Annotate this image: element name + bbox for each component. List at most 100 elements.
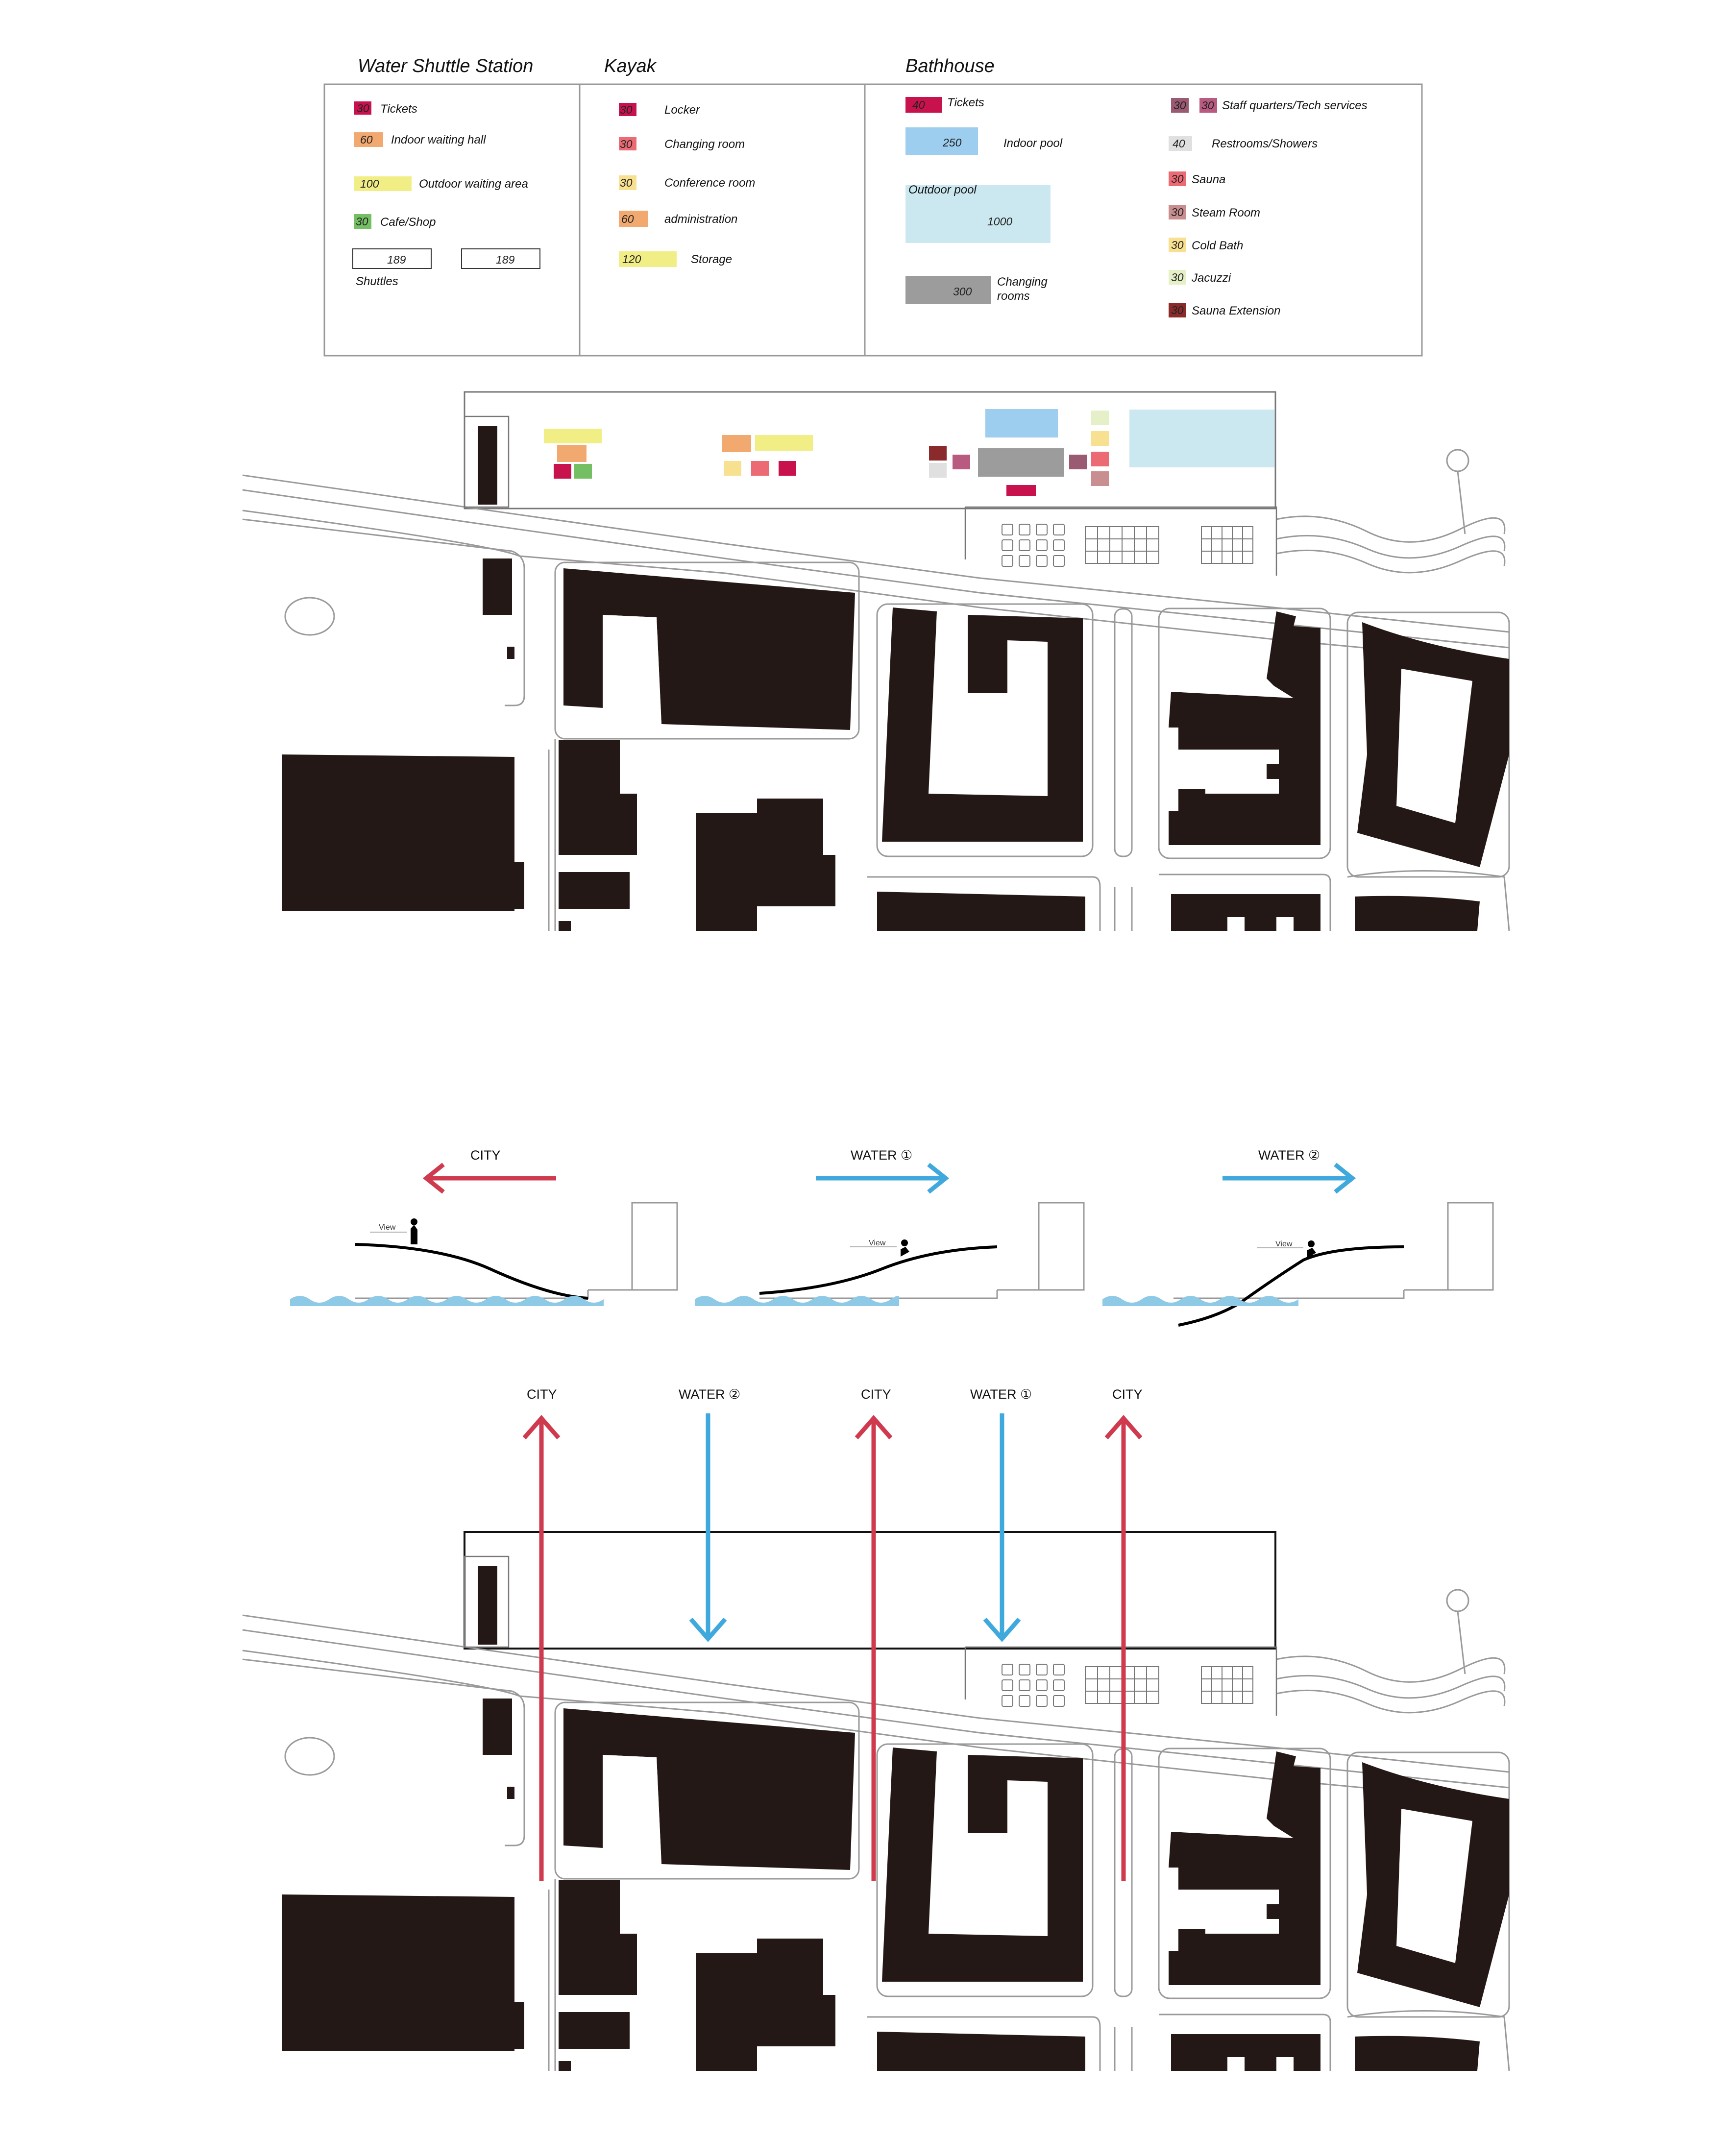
- legend-label: Cafe/Shop: [380, 216, 436, 229]
- legend-label: Indoor pool: [1003, 137, 1063, 150]
- swatch-value: 40: [912, 98, 925, 111]
- section-label: WATER ①: [851, 1148, 912, 1163]
- swatch-value: 30: [1171, 304, 1184, 316]
- pier-outline: [464, 1531, 1276, 1650]
- legend-label: Outdoor waiting area: [419, 177, 528, 191]
- legend-kayak: Kayak 30 Locker 30 Changing room 30 Conf…: [604, 56, 755, 267]
- person-sitting-icon: [901, 1247, 909, 1257]
- shuttle-value: 189: [387, 253, 406, 266]
- legend-label: Sauna: [1192, 173, 1225, 186]
- block-outdoor-pool: [1129, 410, 1274, 467]
- swatch-value: 30: [620, 103, 633, 116]
- legend-label: Tickets: [947, 96, 984, 109]
- legend-label: Tickets: [380, 102, 417, 116]
- legend-label: Staff quarters/Tech services: [1222, 99, 1368, 112]
- legend-kayak-title: Kayak: [604, 56, 657, 76]
- legend-label: Indoor waiting hall: [391, 133, 486, 146]
- swatch-value: 30: [1171, 172, 1184, 185]
- block-sauna: [1091, 452, 1109, 466]
- legend-label: Conference room: [664, 176, 755, 190]
- legend-label: Storage: [691, 253, 732, 266]
- swatch-value: 30: [620, 138, 633, 150]
- block-conference: [724, 461, 741, 476]
- flow-label: WATER ①: [970, 1387, 1032, 1402]
- site-plan-flows: CITY WATER ② CITY WATER ① CITY: [242, 1387, 1510, 2072]
- block-tech: [1069, 455, 1087, 469]
- flow-label: WATER ②: [679, 1387, 740, 1402]
- section-label: CITY: [470, 1148, 501, 1163]
- water-wave: [695, 1296, 900, 1306]
- block-changing-rooms: [978, 448, 1064, 477]
- swatch-value: 120: [622, 253, 641, 266]
- swatch-value: 30: [1171, 271, 1184, 284]
- legend-label: Changing: [997, 275, 1048, 289]
- swatch-value: 30: [1171, 206, 1184, 218]
- diagram-canvas: Water Shuttle Station 30 Tickets 60 Indo…: [242, 56, 1510, 2072]
- block-staff: [953, 455, 970, 469]
- legend-label: Sauna Extension: [1192, 304, 1280, 317]
- person-head-icon: [1308, 1240, 1315, 1247]
- swatch-value: 30: [356, 215, 368, 228]
- legend-label: Outdoor pool: [908, 183, 977, 196]
- legend-bathhouse-title: Bathhouse: [905, 56, 995, 76]
- swatch-value: 60: [360, 133, 373, 146]
- block-outdoor-waiting: [544, 429, 602, 443]
- legend: Water Shuttle Station 30 Tickets 60 Indo…: [323, 56, 1423, 357]
- flow-label: CITY: [861, 1387, 891, 1402]
- swatch-value: 60: [621, 213, 634, 225]
- swatch-value: 40: [1173, 137, 1185, 150]
- block-cafe: [574, 464, 592, 479]
- block-sauna-extension: [929, 446, 947, 461]
- terrain-curve: [1178, 1245, 1404, 1327]
- swatch-changing-rooms: [905, 276, 991, 304]
- swatch-value: 250: [942, 136, 962, 149]
- block-indoor-pool: [985, 409, 1058, 437]
- view-label: View: [1275, 1240, 1293, 1248]
- sections: CITY View WATER ① View WATER ② View: [290, 1148, 1494, 1327]
- section-water-2: WATER ② View: [1102, 1148, 1494, 1327]
- block-restrooms: [929, 463, 947, 478]
- flow-label: CITY: [1112, 1387, 1143, 1402]
- block-jacuzzi: [1091, 411, 1109, 425]
- person-head-icon: [411, 1218, 417, 1225]
- legend-label: Restrooms/Showers: [1212, 137, 1318, 150]
- swatch-value: 30: [620, 176, 633, 189]
- site-plan-program: [242, 391, 1510, 932]
- person-head-icon: [901, 1239, 908, 1246]
- section-label: WATER ②: [1258, 1148, 1320, 1163]
- legend-bathhouse: Bathhouse 40 Tickets 250 Indoor pool Out…: [905, 56, 1368, 317]
- block-indoor-waiting: [557, 445, 587, 462]
- legend-label: Cold Bath: [1192, 239, 1243, 252]
- terrain-curve: [759, 1245, 998, 1295]
- legend-water-shuttle: Water Shuttle Station 30 Tickets 60 Indo…: [352, 56, 540, 288]
- block-changing-room: [751, 461, 769, 476]
- swatch-value: 30: [1201, 99, 1214, 112]
- legend-label: Steam Room: [1192, 206, 1260, 219]
- swatch-value: 30: [357, 102, 369, 115]
- view-label: View: [869, 1239, 886, 1247]
- block-locker: [779, 461, 796, 476]
- legend-label: Locker: [664, 103, 700, 117]
- swatch-value: 30: [1174, 99, 1186, 112]
- site-context: [242, 415, 1510, 932]
- person-icon: [411, 1225, 417, 1244]
- shuttle-value: 189: [496, 253, 515, 266]
- program-blocks: [544, 409, 1274, 496]
- swatch-value: 300: [953, 285, 972, 298]
- shuttles-label: Shuttles: [356, 275, 398, 288]
- block-tickets: [554, 464, 571, 479]
- block-cold-bath: [1091, 431, 1109, 446]
- legend-water-shuttle-title: Water Shuttle Station: [358, 56, 533, 76]
- swatch-value: 1000: [987, 215, 1012, 228]
- block-storage: [755, 435, 813, 451]
- block-bath-tickets: [1006, 485, 1036, 496]
- legend-label: Changing room: [664, 138, 745, 151]
- block-administration: [722, 435, 751, 452]
- section-city: CITY View: [290, 1148, 678, 1306]
- swatch-value: 30: [1171, 239, 1184, 251]
- legend-label: rooms: [997, 290, 1030, 303]
- block-steam-room: [1091, 471, 1109, 486]
- legend-label: Jacuzzi: [1191, 271, 1231, 285]
- section-water-1: WATER ① View: [695, 1148, 1085, 1306]
- swatch-indoor-pool: [905, 127, 978, 155]
